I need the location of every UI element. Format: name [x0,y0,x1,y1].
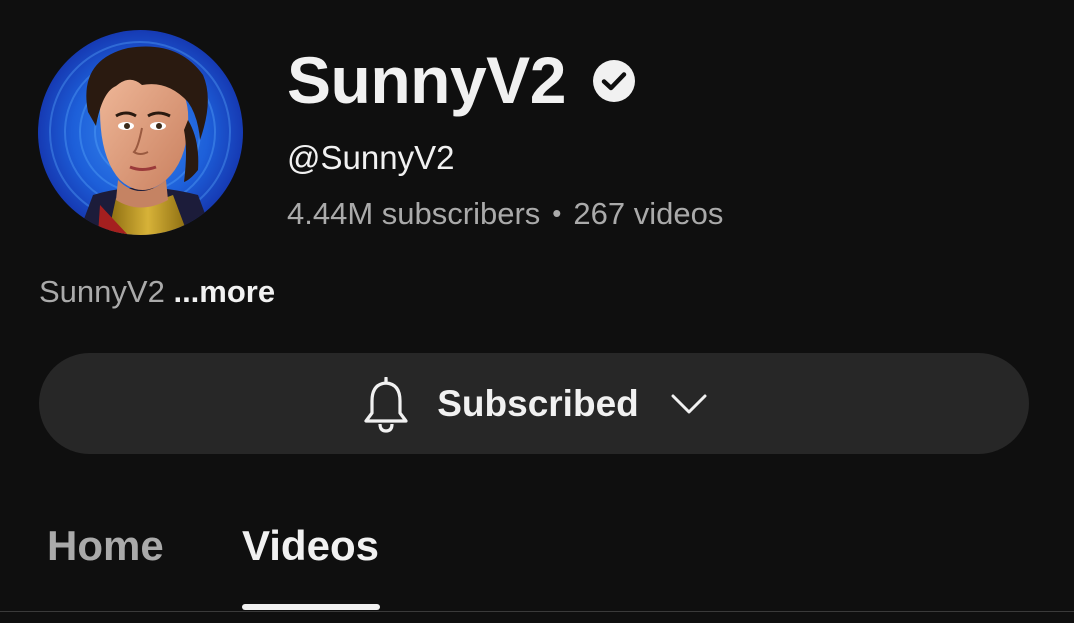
subscribed-button[interactable]: Subscribed [39,353,1029,454]
tab-videos[interactable]: Videos [242,522,379,570]
description-text: SunnyV2 [39,274,165,309]
tabs-divider [0,611,1074,612]
channel-stats: 4.44M subscribers • 267 videos [287,193,723,234]
channel-description[interactable]: SunnyV2 ...more [39,272,275,312]
tab-home[interactable]: Home [47,522,164,570]
subscribed-label: Subscribed [437,383,639,424]
channel-title-row: SunnyV2 [287,40,636,120]
subscriber-count: 4.44M subscribers [287,196,541,231]
channel-avatar[interactable] [38,30,243,235]
video-count: 267 videos [573,196,724,231]
avatar-portrait-image [38,30,243,235]
channel-handle: @SunnyV2 [287,139,455,176]
bell-icon [364,376,408,433]
verified-check-icon [592,60,635,102]
chevron-down-icon [671,394,707,413]
active-tab-indicator [242,604,380,610]
channel-name: SunnyV2 [287,43,566,117]
more-link[interactable]: ...more [173,274,275,309]
meta-separator: • [552,198,562,228]
